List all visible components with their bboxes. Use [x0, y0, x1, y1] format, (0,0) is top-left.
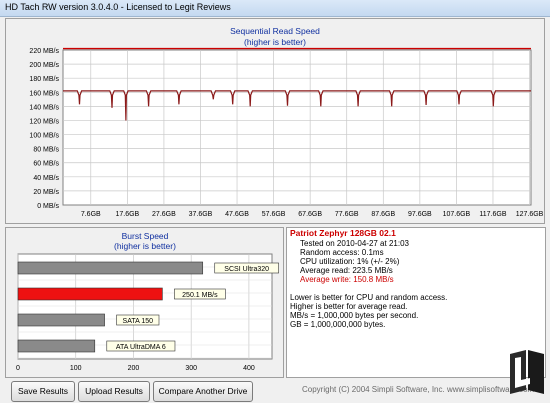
- seq-y-tick-label: 140 MB/s: [29, 104, 59, 111]
- sequential-read-chart: Sequential Read Speed (higher is better)…: [29, 26, 544, 218]
- burst-speed-panel: Burst Speed (higher is better) SCSI Ultr…: [5, 227, 284, 378]
- burst-speed-chart: Burst Speed (higher is better) SCSI Ultr…: [16, 231, 279, 372]
- burst-bar: [17, 313, 105, 327]
- seq-chart-subtitle: (higher is better): [244, 37, 306, 47]
- burst-bar-label: 250.1 MB/s: [182, 292, 218, 299]
- sequential-read-panel: Sequential Read Speed (higher is better)…: [5, 18, 545, 224]
- burst-bar-label: SCSI Ultra320: [224, 266, 269, 273]
- seq-chart-title: Sequential Read Speed: [230, 26, 320, 36]
- upload-results-button[interactable]: Upload Results: [78, 381, 150, 402]
- drive-name: Patriot Zephyr 128GB 02.1: [290, 228, 396, 238]
- burst-x-tick-label: 0: [16, 365, 20, 372]
- seq-x-tick-label: 117.6GB: [479, 211, 506, 218]
- burst-x-tick-label: 300: [185, 365, 197, 372]
- seq-y-tick-label: 0 MB/s: [37, 203, 59, 210]
- burst-bar: [17, 287, 163, 301]
- burst-bar-label: ATA UltraDMA 6: [116, 344, 166, 351]
- seq-y-tick-label: 60 MB/s: [33, 161, 59, 168]
- seq-y-tick-label: 220 MB/s: [29, 48, 59, 55]
- burst-bar: [17, 261, 204, 275]
- average-write: Average write: 150.8 MB/s: [300, 275, 394, 284]
- seq-y-tick-label: 160 MB/s: [29, 90, 59, 97]
- seq-plot-area: [62, 49, 532, 206]
- burst-x-tick-label: 400: [243, 365, 255, 372]
- compare-another-drive-button[interactable]: Compare Another Drive: [153, 381, 253, 402]
- seq-x-tick-label: 67.6GB: [298, 211, 322, 218]
- seq-x-tick-label: 7.6GB: [81, 211, 101, 218]
- save-results-button[interactable]: Save Results: [11, 381, 75, 402]
- seq-x-tick-label: 97.6GB: [408, 211, 432, 218]
- seq-y-tick-label: 40 MB/s: [33, 175, 59, 182]
- window-titlebar: HD Tach RW version 3.0.4.0 - Licensed to…: [0, 0, 550, 17]
- seq-x-tick-label: 127.6GB: [516, 211, 544, 218]
- seq-y-tick-label: 100 MB/s: [29, 133, 59, 140]
- burst-bar-label: SATA 150: [123, 318, 154, 325]
- burst-x-tick-label: 100: [70, 365, 82, 372]
- burst-x-tick-label: 200: [128, 365, 140, 372]
- seq-y-tick-label: 80 MB/s: [33, 147, 59, 154]
- window-title: HD Tach RW version 3.0.4.0 - Licensed to…: [5, 2, 231, 12]
- seq-x-tick-label: 47.6GB: [225, 211, 249, 218]
- burst-chart-title: Burst Speed: [122, 231, 169, 241]
- copyright-text: Copyright (C) 2004 Simpli Software, Inc.…: [302, 385, 535, 394]
- seq-y-tick-label: 180 MB/s: [29, 76, 59, 83]
- burst-chart-subtitle: (higher is better): [114, 241, 176, 251]
- burst-bar: [17, 339, 96, 353]
- seq-x-tick-label: 107.6GB: [443, 211, 471, 218]
- seq-x-tick-label: 57.6GB: [262, 211, 286, 218]
- legit-reviews-logo: [510, 350, 544, 394]
- seq-x-tick-label: 77.6GB: [335, 211, 359, 218]
- seq-x-tick-label: 27.6GB: [152, 211, 176, 218]
- seq-y-tick-label: 20 MB/s: [33, 189, 59, 196]
- seq-y-tick-label: 200 MB/s: [29, 62, 59, 69]
- note-gb-definition: GB = 1,000,000,000 bytes.: [290, 320, 386, 329]
- seq-x-tick-label: 87.6GB: [371, 211, 395, 218]
- seq-y-tick-label: 120 MB/s: [29, 118, 59, 125]
- seq-x-tick-label: 17.6GB: [115, 211, 139, 218]
- seq-x-tick-label: 37.6GB: [189, 211, 213, 218]
